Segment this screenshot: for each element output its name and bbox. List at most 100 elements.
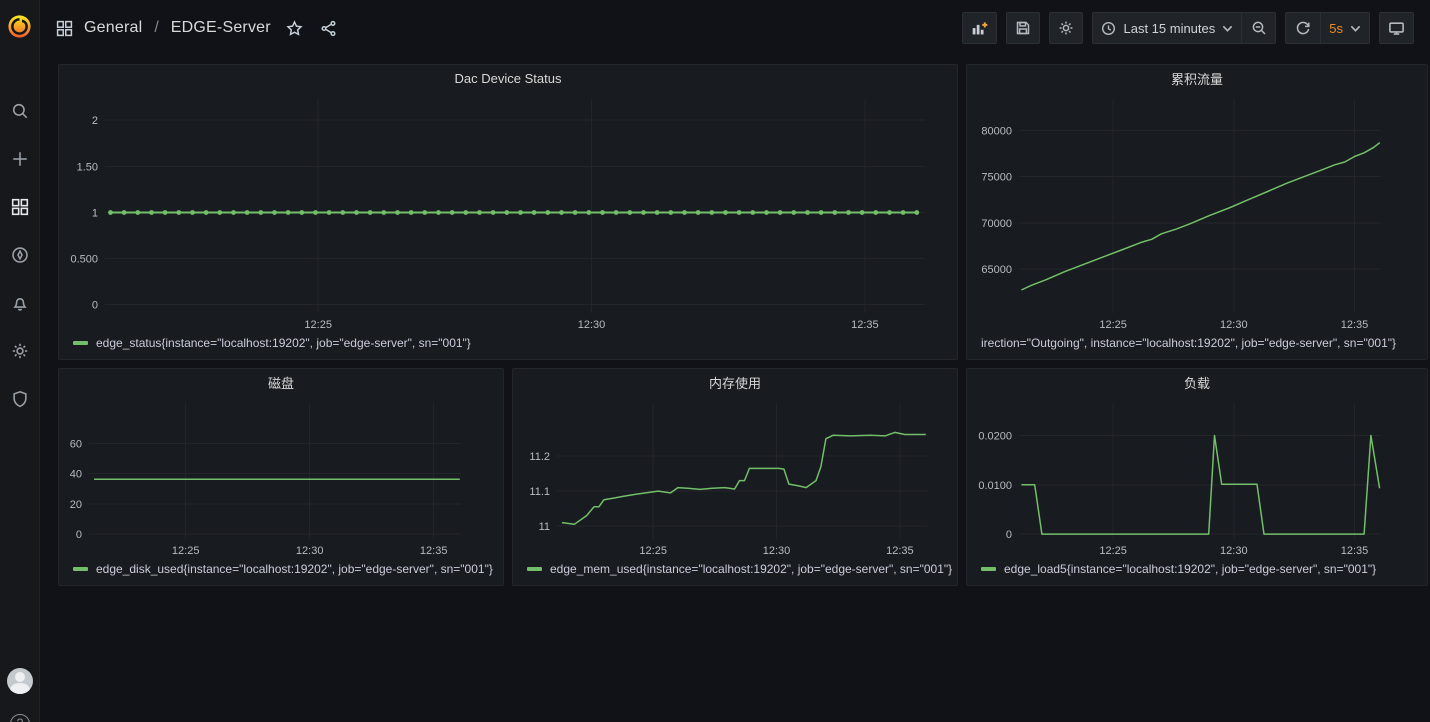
help-icon[interactable]: ? [10, 714, 30, 722]
panel-title: 磁盘 [268, 373, 294, 392]
legend-swatch[interactable] [527, 567, 542, 571]
chevron-down-icon [1350, 23, 1361, 34]
legend-label[interactable]: irection="Outgoing", instance="localhost… [981, 336, 1396, 350]
panel-legend: edge_disk_used{instance="localhost:19202… [59, 559, 503, 585]
sidebar-item-create[interactable] [8, 150, 32, 168]
svg-text:12:35: 12:35 [1341, 545, 1369, 557]
refresh-icon [1295, 20, 1311, 36]
panel-dac-device-status: Dac Device Status 00.50011.50212:2512:30… [58, 64, 958, 360]
svg-text:40: 40 [70, 469, 82, 481]
share-icon[interactable] [320, 20, 337, 37]
grafana-logo-icon [6, 13, 33, 40]
bell-icon [11, 294, 29, 312]
legend-swatch[interactable] [73, 341, 88, 345]
user-avatar[interactable] [7, 668, 33, 694]
sidebar-item-server-admin[interactable] [8, 390, 32, 408]
save-icon [1015, 20, 1031, 36]
legend-label[interactable]: edge_load5{instance="localhost:19202", j… [1004, 562, 1376, 576]
sidebar-bottom: ? [0, 668, 40, 722]
sidebar-item-explore[interactable] [8, 246, 32, 264]
monitor-icon [1388, 20, 1405, 37]
breadcrumb: General / EDGE-Server [56, 19, 337, 37]
breadcrumb-dashboard[interactable]: EDGE-Server [171, 19, 271, 37]
legend-label[interactable]: edge_status{instance="localhost:19202", … [96, 336, 471, 350]
sidebar-item-search[interactable] [8, 102, 32, 120]
time-range-button[interactable]: Last 15 minutes [1093, 13, 1241, 43]
refresh-interval-label: 5s [1329, 21, 1343, 36]
panel-title: Dac Device Status [455, 71, 562, 86]
grafana-logo[interactable] [0, 6, 40, 46]
save-dashboard-button[interactable] [1006, 12, 1040, 44]
svg-text:12:35: 12:35 [851, 319, 879, 331]
svg-text:60: 60 [70, 438, 82, 450]
time-series-chart[interactable]: 00.50011.50212:2512:3012:35 [59, 91, 957, 333]
panel-header[interactable]: 内存使用 [513, 369, 957, 395]
time-range-label: Last 15 minutes [1123, 21, 1215, 36]
zoom-out-button[interactable] [1241, 13, 1275, 43]
svg-text:12:25: 12:25 [304, 319, 332, 331]
svg-text:0.0100: 0.0100 [978, 480, 1012, 492]
time-series-chart[interactable]: 020406012:2512:3012:35 [59, 395, 503, 559]
svg-text:12:30: 12:30 [1220, 545, 1248, 557]
svg-text:0.0200: 0.0200 [978, 431, 1012, 443]
panel-legend: irection="Outgoing", instance="localhost… [967, 333, 1427, 359]
time-series-chart[interactable]: 1111.111.212:2512:3012:35 [513, 395, 957, 559]
dashboard-header: General / EDGE-Server [40, 0, 1430, 56]
dashboard-settings-button[interactable] [1049, 12, 1083, 44]
time-series-chart[interactable]: 6500070000750008000012:2512:3012:35 [967, 91, 1427, 333]
star-icon[interactable] [286, 20, 303, 37]
svg-text:12:30: 12:30 [578, 319, 606, 331]
legend-swatch[interactable] [73, 567, 88, 571]
panel-title: 负载 [1184, 373, 1210, 392]
sidebar-nav [8, 102, 32, 408]
svg-text:12:25: 12:25 [639, 545, 667, 557]
sidebar: ? [0, 0, 40, 722]
panel-legend: edge_mem_used{instance="localhost:19202"… [513, 559, 957, 585]
svg-text:12:25: 12:25 [1099, 545, 1127, 557]
svg-text:12:30: 12:30 [1220, 319, 1248, 331]
svg-text:11.1: 11.1 [529, 486, 550, 498]
legend-label[interactable]: edge_mem_used{instance="localhost:19202"… [550, 562, 952, 576]
zoom-out-icon [1251, 20, 1267, 36]
sidebar-item-dashboards[interactable] [8, 198, 32, 216]
toolbar: Last 15 minutes 5s [962, 12, 1414, 44]
plus-icon [11, 150, 29, 168]
sidebar-item-configuration[interactable] [8, 342, 32, 360]
panel-title: 累积流量 [1171, 69, 1223, 88]
panel-load: 负载 0 0.0100 0.0200 12:25 12:30 12:35 edge_loa… [966, 368, 1428, 586]
breadcrumb-folder[interactable]: General [84, 19, 142, 37]
svg-text:0.500: 0.500 [70, 254, 98, 266]
svg-text:1.50: 1.50 [77, 161, 98, 173]
panel-header[interactable]: Dac Device Status [59, 65, 957, 91]
svg-text:0: 0 [92, 300, 98, 312]
refresh-button[interactable] [1286, 13, 1320, 43]
svg-text:0: 0 [1006, 529, 1012, 541]
time-series-chart[interactable]: 0 0.0100 0.0200 12:25 12:30 12:35 [967, 395, 1427, 559]
panel-header[interactable]: 累积流量 [967, 65, 1427, 91]
sidebar-item-alerting[interactable] [8, 294, 32, 312]
svg-text:11.2: 11.2 [529, 451, 550, 463]
add-panel-button[interactable] [962, 12, 997, 44]
clock-icon [1101, 21, 1116, 36]
legend-label[interactable]: edge_disk_used{instance="localhost:19202… [96, 562, 493, 576]
svg-text:20: 20 [70, 499, 82, 511]
svg-text:0: 0 [76, 529, 82, 541]
panel-header[interactable]: 负载 [967, 369, 1427, 395]
svg-text:12:35: 12:35 [886, 545, 914, 557]
svg-text:12:35: 12:35 [420, 545, 448, 557]
compass-icon [11, 246, 29, 264]
time-picker-group: Last 15 minutes [1092, 12, 1276, 44]
panel-cumulative-traffic: 累积流量 6500070000750008000012:2512:3012:35… [966, 64, 1428, 360]
svg-text:1: 1 [92, 208, 98, 220]
cycle-view-mode-button[interactable] [1379, 12, 1414, 44]
panel-memory-usage: 内存使用 1111.111.212:2512:3012:35 edge_mem_… [512, 368, 958, 586]
svg-text:12:30: 12:30 [763, 545, 791, 557]
panel-header[interactable]: 磁盘 [59, 369, 503, 395]
legend-swatch[interactable] [981, 567, 996, 571]
svg-text:12:25: 12:25 [172, 545, 200, 557]
svg-text:70000: 70000 [981, 218, 1012, 230]
gear-icon [1058, 20, 1074, 36]
gear-icon [11, 342, 29, 360]
refresh-interval-button[interactable]: 5s [1320, 13, 1369, 43]
panel-disk: 磁盘 020406012:2512:3012:35 edge_disk_used… [58, 368, 504, 586]
